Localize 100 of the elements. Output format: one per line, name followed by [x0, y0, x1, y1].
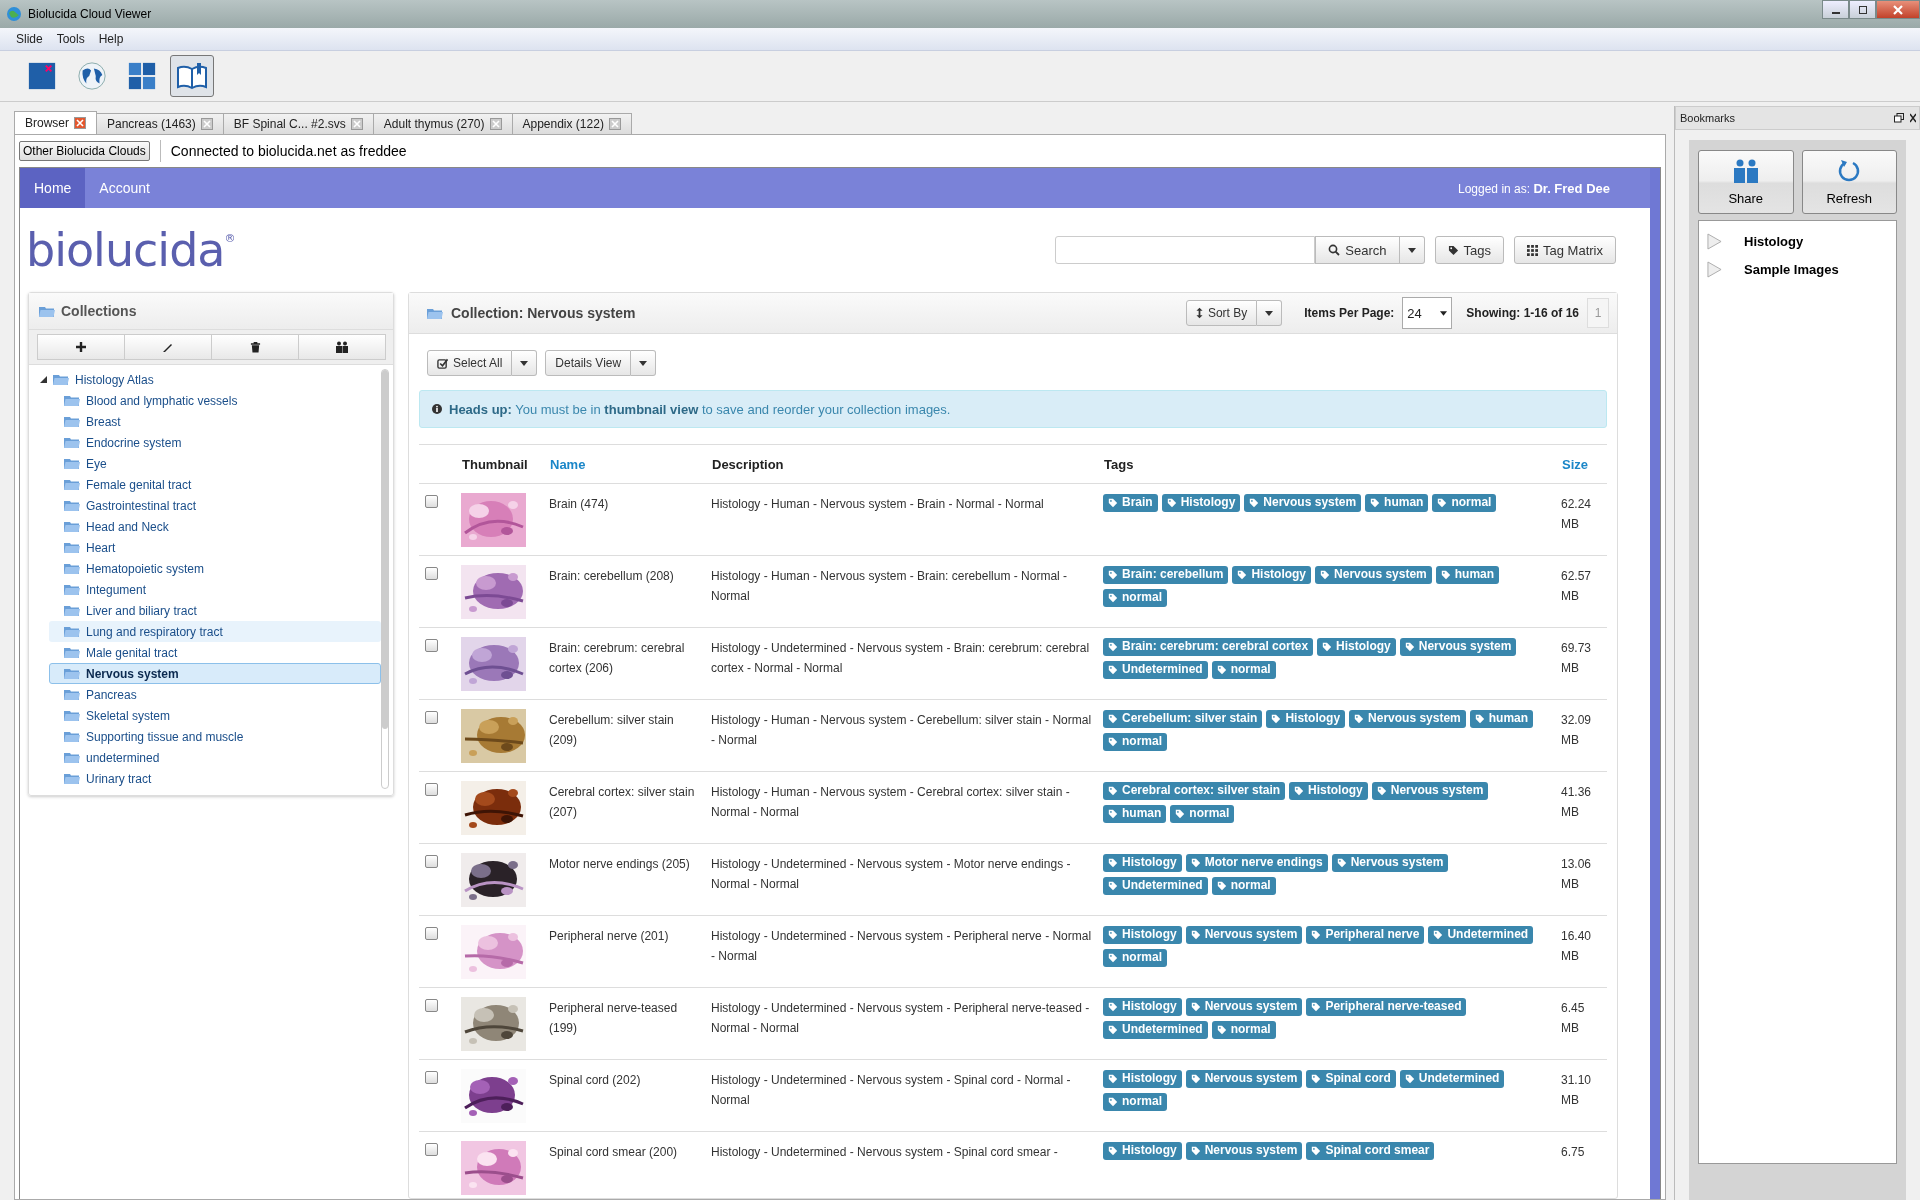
tag[interactable]: Nervous system — [1185, 998, 1303, 1016]
items-per-page-select[interactable]: 24 — [1402, 297, 1453, 329]
tree-item[interactable]: Eye — [49, 453, 381, 474]
tag[interactable]: Nervous system — [1331, 854, 1449, 872]
tag[interactable]: Histology — [1317, 638, 1396, 656]
page-button[interactable]: 1 — [1587, 298, 1609, 328]
tab[interactable]: Appendix (122) — [511, 113, 632, 134]
tag[interactable]: Histology — [1103, 998, 1182, 1016]
tree-item[interactable]: Nervous system — [49, 663, 381, 684]
tree-item[interactable]: Histology Atlas — [37, 369, 381, 390]
tag[interactable]: Motor nerve endings — [1185, 854, 1328, 872]
tag[interactable]: normal — [1211, 661, 1276, 679]
tag[interactable]: Peripheral nerve-teased — [1306, 998, 1467, 1016]
tree-item[interactable]: Heart — [49, 537, 381, 558]
tree-item[interactable]: Skeletal system — [49, 705, 381, 726]
tag[interactable]: normal — [1103, 589, 1167, 607]
connection-status: Connected to biolucida.net as freddee — [170, 143, 407, 159]
tree-item[interactable]: Male genital tract — [49, 642, 381, 663]
tag[interactable]: Histology — [1103, 1070, 1182, 1088]
tag[interactable]: Undetermined — [1103, 661, 1208, 679]
tag[interactable]: Nervous system — [1185, 926, 1303, 944]
tag[interactable]: Spinal cord — [1306, 1070, 1396, 1088]
tag[interactable]: Nervous system — [1399, 638, 1517, 656]
tag[interactable]: Brain: cerebrum: cerebral cortex — [1103, 638, 1314, 656]
tree-item[interactable]: Blood and lymphatic vessels — [49, 390, 381, 411]
tree-item[interactable]: Endocrine system — [49, 432, 381, 453]
tag[interactable]: normal — [1103, 733, 1167, 751]
tags-button[interactable]: Tags — [1434, 236, 1505, 264]
tree-item[interactable]: Integument — [49, 579, 381, 600]
tag-matrix-button[interactable]: Tag Matrix — [1514, 236, 1616, 264]
tag[interactable]: Histology — [1103, 1142, 1182, 1160]
tag[interactable]: normal — [1432, 494, 1497, 512]
bookmark-item[interactable]: Histology — [1699, 227, 1896, 255]
tab[interactable]: BF Spinal C... #2.svs — [222, 113, 374, 134]
search-button[interactable]: Search — [1315, 236, 1400, 264]
tab[interactable]: Browser — [14, 111, 97, 134]
window-title: Biolucida Cloud Viewer — [28, 7, 152, 21]
table-cell: Histology - Undetermined - Nervous system - Peripheral nerve-teased - Normal - Normal — [711, 1001, 1090, 1035]
tag[interactable]: Brain: cerebellum — [1103, 566, 1229, 584]
tag[interactable]: Histology — [1161, 494, 1241, 512]
tag[interactable]: Undetermined — [1103, 877, 1208, 895]
tag[interactable]: Undetermined — [1399, 1070, 1505, 1088]
refresh-button[interactable]: Refresh — [1801, 150, 1897, 214]
share-button[interactable]: Share — [1698, 150, 1794, 214]
tag[interactable]: normal — [1170, 805, 1235, 823]
tree-item[interactable]: Breast — [49, 411, 381, 432]
tree-item[interactable]: Female genital tract — [49, 474, 381, 495]
tag[interactable]: Histology — [1289, 782, 1368, 800]
tag[interactable]: Spinal cord smear — [1306, 1142, 1435, 1160]
sortable-column-header[interactable]: Name — [549, 444, 711, 484]
tag[interactable]: Histology — [1103, 854, 1182, 872]
menu-item[interactable]: Slide — [10, 30, 49, 48]
tree-item[interactable]: Hematopoietic system — [49, 558, 381, 579]
bookmark-item[interactable]: Sample Images — [1699, 255, 1896, 283]
tag[interactable]: Peripheral nerve — [1306, 926, 1425, 944]
tab[interactable]: Adult thymus (270) — [372, 113, 513, 134]
tag[interactable]: normal — [1211, 877, 1276, 895]
tag[interactable]: human — [1365, 494, 1429, 512]
tree-item[interactable]: Pancreas — [49, 684, 381, 705]
tree-item[interactable]: Liver and biliary tract — [49, 600, 381, 621]
tag[interactable]: Cerebellum: silver stain — [1103, 710, 1263, 728]
nav-link[interactable]: Account — [85, 168, 164, 208]
tag[interactable]: Cerebral cortex: silver stain — [1103, 782, 1286, 800]
tree-item[interactable]: undetermined — [49, 747, 381, 768]
tag[interactable]: Histology — [1103, 926, 1182, 944]
tag[interactable]: human — [1469, 710, 1534, 728]
tag[interactable]: Histology — [1266, 710, 1346, 728]
tree-item[interactable]: Urinary tract — [49, 768, 381, 789]
tag[interactable]: Nervous system — [1315, 566, 1432, 584]
tag[interactable]: Nervous system — [1349, 710, 1466, 728]
table-cell: Brain: cerebellum (208) — [549, 569, 674, 583]
tag[interactable]: human — [1435, 566, 1500, 584]
tree-item[interactable]: Supporting tissue and muscle — [49, 726, 381, 747]
tag[interactable]: Nervous system — [1371, 782, 1489, 800]
tag[interactable]: Brain — [1103, 494, 1158, 512]
sort-button[interactable]: Sort By — [1185, 300, 1258, 326]
nav-link[interactable]: Home — [20, 168, 86, 208]
logo: biolucida$^{®}$ — [26, 223, 235, 277]
tag[interactable]: Histology — [1232, 566, 1312, 584]
menu-item[interactable]: Tools — [50, 30, 91, 48]
tag[interactable]: Nervous system — [1185, 1070, 1303, 1088]
tag[interactable]: Undetermined — [1428, 926, 1534, 944]
tag[interactable]: normal — [1103, 949, 1167, 967]
tag[interactable]: Nervous system — [1244, 494, 1362, 512]
tree-item[interactable]: Gastrointestinal tract — [49, 495, 381, 516]
tree-item[interactable]: Head and Neck — [49, 516, 381, 537]
menu-item[interactable]: Help — [92, 30, 130, 48]
tree-item[interactable]: Lung and respiratory tract — [49, 621, 381, 642]
tag[interactable]: Undetermined — [1103, 1021, 1208, 1039]
tag[interactable]: normal — [1211, 1021, 1276, 1039]
tag[interactable]: normal — [1103, 1093, 1167, 1111]
tag[interactable]: Nervous system — [1185, 1142, 1303, 1160]
select-all-button[interactable]: Select All — [427, 350, 513, 376]
tab[interactable]: Pancreas (1463) — [96, 113, 224, 134]
table-cell: 41.36 MB — [1561, 785, 1592, 819]
sortable-column-header[interactable]: Size — [1561, 444, 1607, 484]
view-button[interactable]: Details View — [545, 350, 632, 376]
tag[interactable]: human — [1103, 805, 1167, 823]
items-per-page-label: Items Per Page: — [1304, 306, 1395, 320]
other-clouds-button[interactable]: Other Biolucida Clouds — [19, 141, 150, 161]
